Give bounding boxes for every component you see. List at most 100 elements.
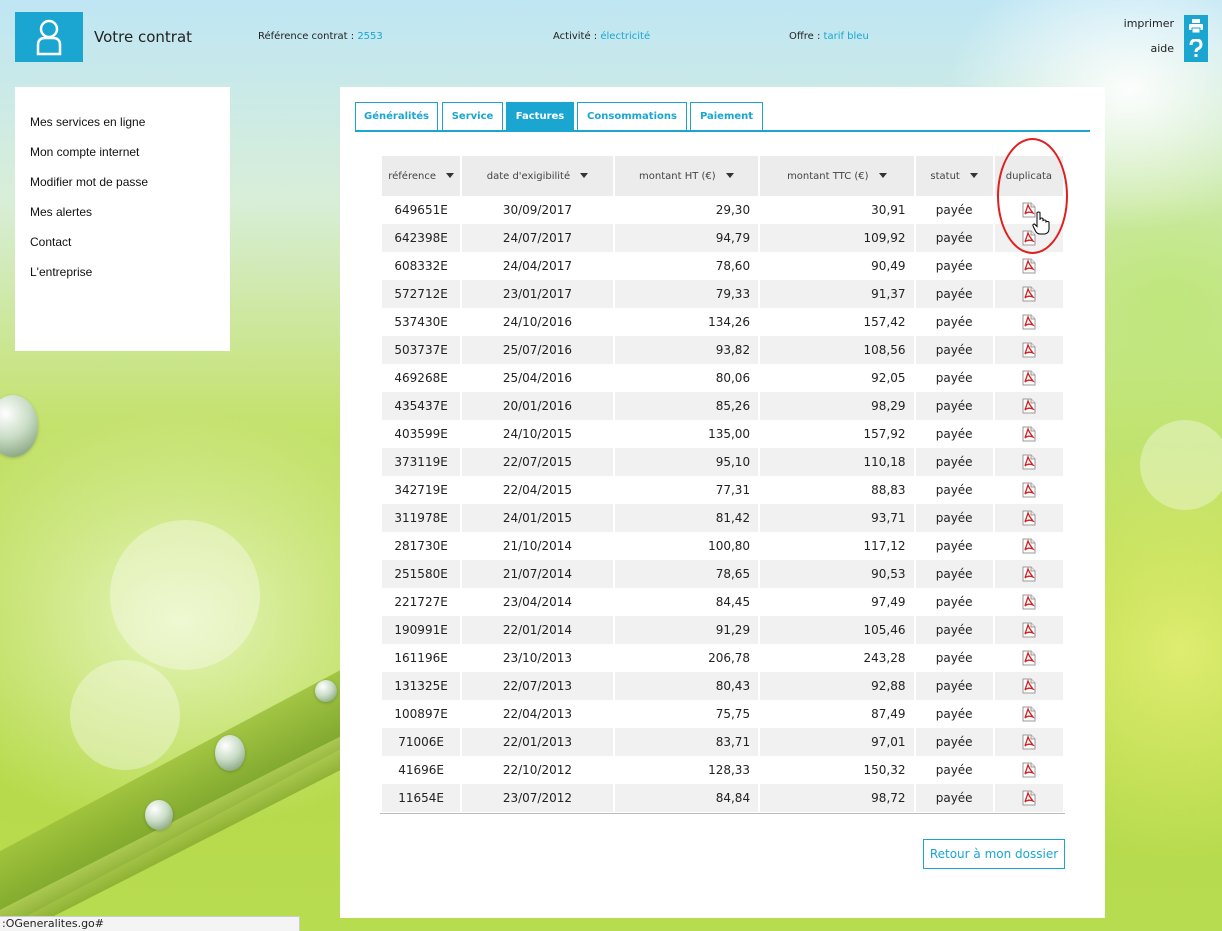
invoice-status: payée bbox=[915, 336, 993, 364]
pdf-icon[interactable] bbox=[1021, 790, 1037, 806]
invoice-status: payée bbox=[915, 448, 993, 476]
pdf-icon[interactable] bbox=[1021, 678, 1037, 694]
sidebar-item-services[interactable]: Mes services en ligne bbox=[15, 115, 230, 145]
pdf-icon[interactable] bbox=[1021, 286, 1037, 302]
column-header-amount-ht[interactable]: montant HT (€) bbox=[614, 156, 759, 196]
invoice-reference: 649651E bbox=[394, 203, 448, 217]
activity-value: électricité bbox=[600, 31, 651, 42]
invoice-reference: 100897E bbox=[394, 707, 448, 721]
back-to-file-button[interactable]: Retour à mon dossier bbox=[923, 839, 1065, 869]
invoice-amount-ht: 29,30 bbox=[715, 203, 751, 217]
pdf-icon[interactable] bbox=[1021, 538, 1037, 554]
question-icon[interactable] bbox=[1188, 39, 1204, 59]
invoice-amount-ttc: 243,28 bbox=[863, 651, 906, 665]
invoice-amount-ht: 100,80 bbox=[708, 539, 751, 553]
invoice-duplicate-cell bbox=[995, 364, 1063, 392]
invoice-reference: 403599E bbox=[394, 427, 448, 441]
column-header-label: statut bbox=[930, 170, 960, 182]
table-row: 161196E 23/10/2013 206,78 243,28 payée bbox=[382, 644, 1063, 672]
invoice-amount-ht: 134,26 bbox=[708, 315, 751, 329]
invoice-amount-ttc: 90,49 bbox=[871, 259, 906, 273]
invoice-due-date: 22/01/2014 bbox=[462, 616, 613, 644]
table-row: 100897E 22/04/2013 75,75 87,49 payée bbox=[382, 700, 1063, 728]
invoice-reference: 41696E bbox=[398, 763, 444, 777]
sort-arrow-icon bbox=[580, 173, 589, 178]
column-header-status[interactable]: statut bbox=[915, 156, 993, 196]
pdf-icon[interactable] bbox=[1021, 762, 1037, 778]
water-drop bbox=[215, 735, 245, 771]
invoice-duplicate-cell bbox=[994, 392, 1063, 420]
sidebar-item-contact[interactable]: Contact bbox=[15, 235, 230, 265]
table-row: 403599E 24/10/2015 135,00 157,92 payée bbox=[382, 420, 1063, 448]
column-header-label: date d'exigibilité bbox=[486, 170, 571, 182]
pdf-icon[interactable] bbox=[1021, 398, 1037, 414]
pdf-icon[interactable] bbox=[1021, 566, 1037, 582]
column-header-amount-ttc[interactable]: montant TTC (€) bbox=[760, 156, 914, 196]
pdf-icon[interactable] bbox=[1021, 370, 1037, 386]
invoice-duplicate-cell bbox=[994, 616, 1063, 644]
tab-service[interactable]: Service bbox=[442, 102, 503, 130]
invoice-reference: 311978E bbox=[382, 504, 461, 532]
table-row: 281730E 21/10/2014 100,80 117,12 payée bbox=[382, 532, 1063, 560]
pdf-icon[interactable] bbox=[1021, 734, 1037, 750]
print-link[interactable]: imprimer bbox=[1124, 17, 1174, 30]
table-row: 311978E 24/01/2015 81,42 93,71 payée bbox=[382, 504, 1063, 532]
pdf-icon[interactable] bbox=[1021, 650, 1037, 666]
invoice-reference: 251580E bbox=[382, 560, 461, 588]
tab-factures[interactable]: Factures bbox=[506, 102, 574, 130]
hand-cursor-icon bbox=[1032, 211, 1050, 235]
invoice-status: payée bbox=[935, 539, 973, 553]
invoice-status: payée bbox=[935, 203, 973, 217]
water-drop bbox=[0, 395, 38, 457]
pdf-icon[interactable] bbox=[1021, 454, 1037, 470]
tab-paiement[interactable]: Paiement bbox=[690, 102, 763, 130]
pdf-icon[interactable] bbox=[1021, 510, 1037, 526]
tab-consommations[interactable]: Consommations bbox=[577, 102, 687, 130]
pdf-icon[interactable] bbox=[1021, 342, 1037, 358]
invoice-amount-ht: 94,79 bbox=[614, 224, 759, 252]
invoice-duplicate-cell bbox=[994, 504, 1063, 532]
pdf-icon[interactable] bbox=[1021, 706, 1037, 722]
invoice-status: payée bbox=[935, 427, 973, 441]
invoice-amount-ttc: 98,29 bbox=[760, 392, 914, 420]
printer-icon[interactable] bbox=[1188, 18, 1204, 34]
sidebar-item-password[interactable]: Modifier mot de passe bbox=[15, 175, 230, 205]
invoice-amount-ht: 81,42 bbox=[614, 504, 759, 532]
sidebar-item-company[interactable]: L'entreprise bbox=[15, 265, 230, 295]
table-header-row: référence date d'exigibilité montant HT … bbox=[382, 156, 1063, 196]
invoice-amount-ht: 83,71 bbox=[614, 728, 759, 756]
tab-generalites[interactable]: Généralités bbox=[355, 102, 438, 130]
sort-arrow-icon bbox=[969, 173, 978, 178]
invoice-due-date: 23/10/2013 bbox=[502, 651, 573, 665]
invoice-reference: 190991E bbox=[382, 616, 461, 644]
invoice-amount-ht: 84,84 bbox=[614, 784, 759, 812]
pdf-icon[interactable] bbox=[1021, 482, 1037, 498]
pdf-icon[interactable] bbox=[1021, 426, 1037, 442]
invoice-due-date: 22/10/2012 bbox=[502, 763, 573, 777]
pdf-icon[interactable] bbox=[1021, 594, 1037, 610]
column-header-due-date[interactable]: date d'exigibilité bbox=[462, 156, 613, 196]
invoices-table: référence date d'exigibilité montant HT … bbox=[380, 156, 1065, 812]
invoice-amount-ttc: 98,72 bbox=[760, 784, 914, 812]
column-header-reference[interactable]: référence bbox=[382, 156, 461, 196]
invoice-reference: 373119E bbox=[382, 448, 461, 476]
invoice-duplicate-cell bbox=[994, 728, 1063, 756]
contract-offer: Offre : tarif bleu bbox=[789, 31, 869, 42]
invoice-reference: 537430E bbox=[394, 315, 448, 329]
invoice-reference: 11654E bbox=[382, 784, 461, 812]
invoice-duplicate-cell bbox=[995, 196, 1063, 224]
invoice-reference: 131325E bbox=[382, 672, 461, 700]
pdf-icon[interactable] bbox=[1021, 258, 1037, 274]
invoice-duplicate-cell bbox=[994, 560, 1063, 588]
invoice-status: payée bbox=[915, 784, 993, 812]
offer-value: tarif bleu bbox=[823, 31, 869, 42]
pdf-icon[interactable] bbox=[1021, 622, 1037, 638]
sidebar-item-alerts[interactable]: Mes alertes bbox=[15, 205, 230, 235]
invoice-reference: 221727E bbox=[394, 595, 448, 609]
pdf-icon[interactable] bbox=[1021, 314, 1037, 330]
invoice-duplicate-cell bbox=[995, 756, 1063, 784]
invoice-due-date: 24/01/2015 bbox=[462, 504, 613, 532]
help-link[interactable]: aide bbox=[1150, 42, 1174, 55]
invoice-due-date: 21/07/2014 bbox=[462, 560, 613, 588]
sidebar-item-account[interactable]: Mon compte internet bbox=[15, 145, 230, 175]
